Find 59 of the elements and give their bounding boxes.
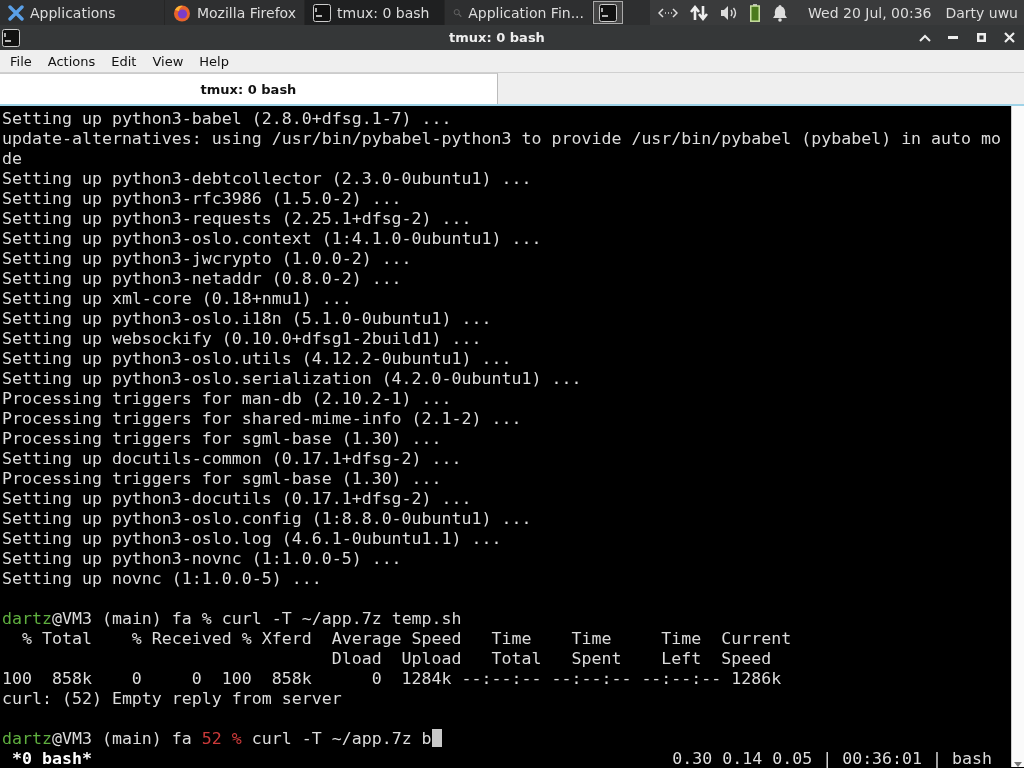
window-title: tmux: 0 bash [448, 30, 546, 45]
terminal-line: Setting up python3-babel (2.8.0+dfsg.1-7) ... [2, 109, 453, 129]
user-name[interactable]: Darty uwu [945, 4, 1018, 21]
terminal-line: Setting up xml-core (0.18+nmu1) ... [2, 289, 353, 309]
terminal-line: curl: (52) Empty reply from server [2, 689, 343, 709]
terminal-line: % Total % Received % Xferd Average Speed Time Time Time Current [20, 629, 793, 649]
terminal-line: Setting up python3-oslo.context (1:4.1.0-0ubuntu1) ... [2, 229, 543, 249]
battery-icon [750, 3, 761, 22]
browser-icon [173, 3, 191, 22]
volume-icon [720, 4, 739, 21]
scroll-bar[interactable] [1011, 106, 1024, 767]
tmux-window-label: *0 bash* [11, 749, 92, 768]
terminal-line: Setting up python3-jwcrypto (1.0.0-2) ... [2, 249, 413, 269]
terminal-line: Processing triggers for man-db (2.10.2-1) ... [2, 389, 453, 409]
terminal-line: Setting up python3-oslo.config (1:8.8.0-0ubuntu1) ... [2, 509, 533, 529]
network-icon [658, 6, 679, 19]
launcher-button[interactable] [593, 1, 623, 24]
terminal-line: Setting up novnc (1:1.0.0-5) ... [2, 569, 323, 589]
terminal-line: update-alternatives: using /usr/bin/pybabel-python3 to provide /usr/bin/pybabel (pybabel) in auto mo [2, 129, 1003, 149]
menu-item[interactable]: Help [191, 53, 237, 69]
clock-text[interactable]: Wed 20 Jul, 00:36 [808, 4, 932, 21]
taskbar-button[interactable]: tmux: 0 bash [305, 0, 445, 25]
terminal-line: Setting up python3-oslo.i18n (5.1.0-0ubuntu1) ... [2, 309, 493, 329]
terminal-line: Setting up python3-oslo.serialization (4.2.0-0ubuntu1) ... [2, 369, 583, 389]
prompt-line: dartz@VM3 (main) fa % curl -T ~/app.7z temp.sh [2, 609, 463, 629]
terminal-line: Setting up python3-novnc (1:1.0.0-5) ... [2, 549, 403, 569]
menu-item[interactable]: View [144, 53, 192, 69]
terminal-tab[interactable]: tmux: 0 bash [0, 73, 498, 104]
bell-icon [772, 3, 789, 22]
terminal-line: Dload Upload Total Spent Left Speed [330, 649, 773, 669]
terminal-line: de [2, 149, 23, 169]
terminal-line: Setting up python3-netaddr (0.8.0-2) ... [2, 269, 403, 289]
close-icon [1003, 32, 1015, 43]
window-icon [2, 28, 20, 47]
terminal-line: Processing triggers for sgml-base (1.30) ... [2, 429, 443, 449]
caret-up-icon [919, 33, 931, 42]
down-arrow-icon [1014, 762, 1022, 767]
prompt-line: dartz@VM3 (main) fa 52 % curl -T ~/app.7z b [2, 729, 1011, 749]
terminal-icon [599, 3, 617, 22]
terminal-line: Setting up websockify (0.10.0+dfsg1-2build1) ... [2, 329, 483, 349]
terminal-line: Setting up docutils-common (0.17.1+dfsg-2) ... [2, 449, 463, 469]
menu-item[interactable]: Actions [39, 53, 104, 69]
terminal-line: 100 858k 0 0 100 858k 0 1284k --:--:-- --:--:-- --:--:-- 1286k [2, 669, 783, 689]
terminal-line: Setting up python3-requests (2.25.1+dfsg-2) ... [2, 209, 473, 229]
maximize-icon [976, 33, 986, 42]
terminal-line: Setting up python3-rfc3986 (1.5.0-2) ... [2, 189, 403, 209]
minimize-icon [948, 36, 958, 39]
terminal-line: Setting up python3-docutils (0.17.1+dfsg-2) ... [2, 489, 473, 509]
x-logo-icon [8, 4, 24, 21]
terminal-line: Setting up python3-oslo.utils (4.12.2-0ubuntu1) ... [2, 349, 513, 369]
terminal-line: Processing triggers for sgml-base (1.30) ... [2, 469, 443, 489]
menu-item[interactable]: Edit [103, 53, 145, 69]
menu-item[interactable]: File [2, 53, 40, 69]
tmux-status-text: 0.30 0.14 0.05 | 00:36:01 | bash [672, 749, 993, 768]
terminal-icon [313, 3, 331, 22]
terminal-line: Processing triggers for shared-mime-info (2.1-2) ... [2, 409, 523, 429]
terminal-line: Setting up python3-oslo.log (4.6.1-0ubuntu1.1) ... [2, 529, 503, 549]
terminal-line: Setting up python3-debtcollector (2.3.0-0ubuntu1) ... [2, 169, 533, 189]
transfer-arrows-icon [690, 3, 709, 22]
